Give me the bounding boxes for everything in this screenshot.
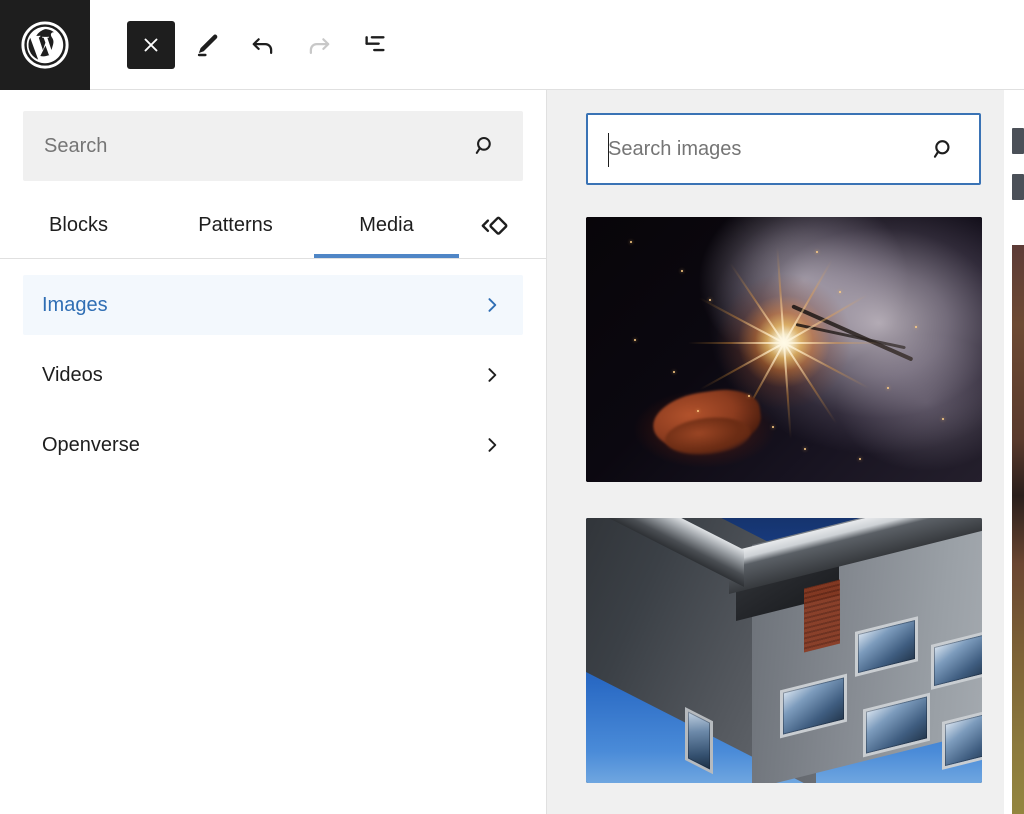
wordpress-logo-icon (19, 19, 71, 71)
tab-media[interactable]: Media (314, 197, 459, 258)
close-x-icon (140, 34, 162, 56)
search-icon (930, 136, 979, 163)
search-images-input[interactable] (588, 115, 930, 183)
close-inserter-button[interactable] (127, 21, 175, 69)
media-search-field[interactable] (586, 113, 981, 185)
block-editor-window: Blocks Patterns Media Images (0, 0, 1024, 814)
wordpress-logo-button[interactable] (0, 0, 90, 90)
category-videos[interactable]: Videos (23, 345, 523, 405)
editor-canvas-peek[interactable] (1004, 90, 1024, 814)
category-images[interactable]: Images (23, 275, 523, 335)
list-view-button[interactable] (351, 21, 399, 69)
editor-top-toolbar (0, 0, 1024, 90)
inserter-tabs: Blocks Patterns Media (0, 197, 546, 259)
media-results-panel (547, 90, 1004, 814)
search-icon (472, 133, 522, 159)
sparkler-stick (791, 305, 913, 362)
redo-button[interactable] (295, 21, 343, 69)
list-view-icon (360, 30, 390, 60)
inserter-search-container (0, 90, 546, 197)
category-label: Images (42, 294, 108, 317)
search-input[interactable] (24, 112, 472, 180)
canvas-image-fragment (1012, 245, 1024, 814)
canvas-block-fragment (1012, 128, 1024, 154)
media-category-list: Images Videos Openverse (0, 259, 546, 485)
media-result-sparkler[interactable] (586, 217, 982, 482)
category-label: Openverse (42, 434, 140, 457)
chevron-right-icon (481, 364, 503, 386)
toolbar-actions-group (90, 0, 399, 89)
chevron-right-icon (481, 294, 503, 316)
undo-button[interactable] (239, 21, 287, 69)
pencil-icon (193, 31, 221, 59)
inserter-search-field[interactable] (23, 111, 523, 181)
media-diamond-icon (476, 209, 510, 246)
media-thumbnail (586, 518, 982, 783)
category-label: Videos (42, 364, 103, 387)
block-inserter-panel: Blocks Patterns Media Images (0, 90, 547, 814)
tab-patterns[interactable]: Patterns (157, 197, 314, 258)
media-diamond-icon-button[interactable] (462, 197, 524, 258)
undo-arrow-icon (248, 30, 278, 60)
tab-blocks[interactable]: Blocks (0, 197, 157, 258)
redo-arrow-icon (304, 30, 334, 60)
media-thumbnail (586, 217, 982, 482)
category-openverse[interactable]: Openverse (23, 415, 523, 475)
chevron-right-icon (481, 434, 503, 456)
edit-mode-button[interactable] (183, 21, 231, 69)
building-brick-detail (804, 580, 840, 652)
media-result-building[interactable] (586, 518, 982, 783)
canvas-block-fragment (1012, 174, 1024, 200)
text-cursor (608, 133, 609, 167)
